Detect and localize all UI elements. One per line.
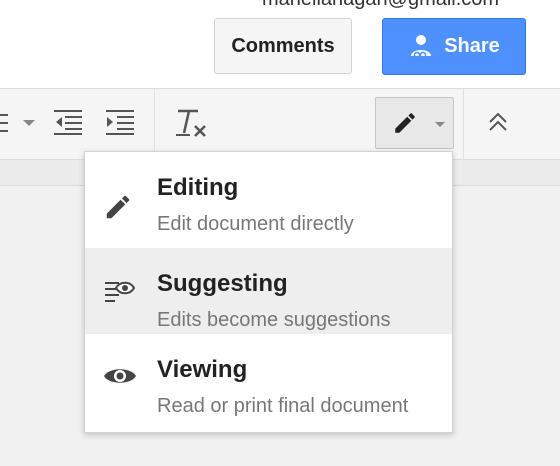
user-email: maneliahagan@gmail.com [262,0,499,11]
menu-item-description: Read or print final document [157,395,409,417]
menu-item-title: Suggesting [157,270,288,297]
dropdown-arrow-icon[interactable] [22,119,36,127]
share-person-icon [411,34,432,58]
dropdown-arrow-icon [435,122,445,127]
suggest-icon [105,281,135,302]
eye-icon [104,369,136,383]
mode-dropdown-menu: Editing Edit document directly Suggestin… [84,151,453,433]
comments-button[interactable]: Comments [214,18,352,74]
menu-item-editing[interactable]: Editing Edit document directly [85,152,452,238]
toolbar [0,88,560,160]
editing-mode-button[interactable] [375,97,454,149]
menu-item-title: Viewing [157,356,248,383]
menu-item-description: Edits become suggestions [157,309,391,331]
menu-item-description: Edit document directly [157,213,354,235]
toolbar-divider [463,89,464,159]
header-area: maneliahagan@gmail.com Comments Share [0,0,560,88]
increase-indent-icon[interactable] [105,109,135,135]
menu-item-viewing[interactable]: Viewing Read or print final document [85,334,452,420]
pencil-icon [395,113,415,133]
collapse-icon[interactable] [487,111,509,133]
toolbar-divider [154,89,155,159]
clear-formatting-icon[interactable] [174,107,208,139]
menu-item-suggesting[interactable]: Suggesting Edits become suggestions [85,248,452,334]
share-label: Share [444,35,500,57]
share-button[interactable]: Share [382,18,526,75]
bulleted-list-icon[interactable] [0,111,10,135]
decrease-indent-icon[interactable] [53,109,83,135]
menu-item-title: Editing [157,174,239,201]
pencil-icon [106,195,130,219]
